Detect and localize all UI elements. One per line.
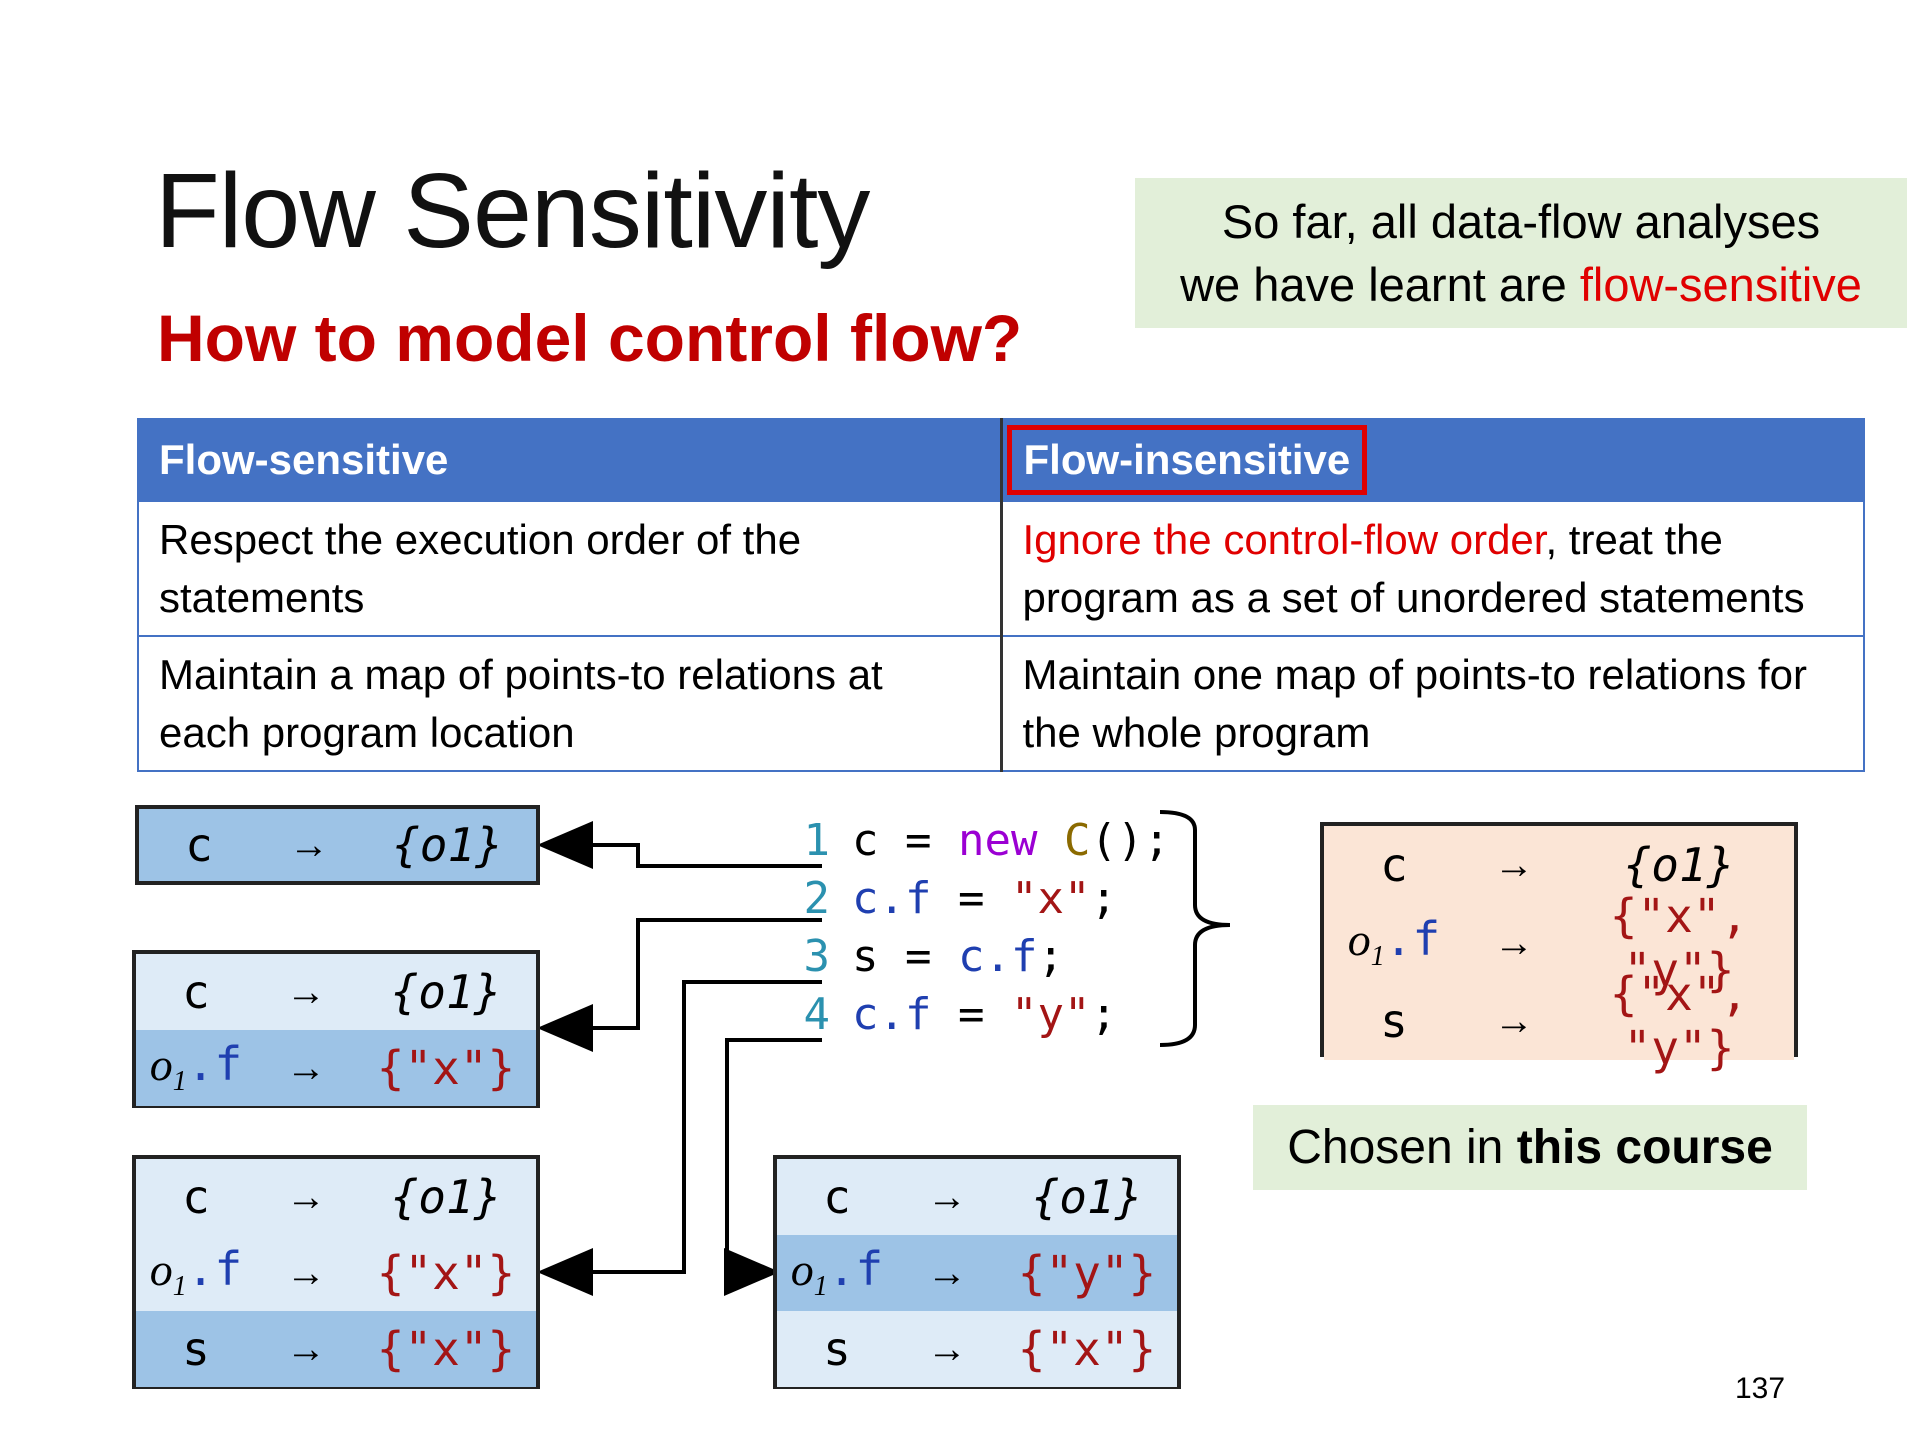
- pt-obj-sub: 1: [172, 1066, 187, 1098]
- pt-row: c → {o1}: [777, 1159, 1177, 1235]
- pt-var: s: [182, 1322, 210, 1376]
- pt-obj: o: [149, 1039, 173, 1091]
- code-var: c.f: [957, 931, 1038, 982]
- arrow-icon: →: [927, 1326, 967, 1371]
- pt-obj-sub: 1: [813, 1271, 828, 1303]
- pt-var: s: [823, 1322, 851, 1376]
- points-to-box-3: c → {o1} o1.f → {"x"} s → {"x"}: [132, 1155, 540, 1389]
- pt-row: c → {o1}: [139, 809, 536, 881]
- arrow-icon: →: [286, 1045, 326, 1090]
- pt-set: {"x"}: [376, 1246, 516, 1300]
- line-number: 2: [803, 873, 831, 924]
- code-line: 2 c.f = "x";: [790, 870, 1170, 928]
- pt-set: {"x"}: [376, 1322, 516, 1376]
- arrow-icon: →: [927, 1174, 967, 1219]
- code-var: c: [852, 815, 879, 866]
- code-var: c.f: [852, 873, 932, 924]
- code-rest: ();: [1090, 815, 1170, 866]
- code-lhs: s: [852, 931, 879, 982]
- arrow-icon: →: [927, 1250, 967, 1295]
- points-to-box-4: c → {o1} o1.f → {"y"} s → {"x"}: [773, 1155, 1181, 1389]
- code-keyword: new: [957, 815, 1038, 866]
- connector-line-1: [537, 821, 822, 869]
- pt-row: c → {o1}: [136, 954, 536, 1030]
- code-line: 1c = new C();: [790, 812, 1170, 870]
- code-eq: =: [878, 931, 958, 982]
- pt-set: {o1}: [390, 1170, 502, 1224]
- code-eq: =: [931, 873, 1011, 924]
- pt-var: c: [185, 818, 213, 872]
- pt-row: s → {"x"}: [777, 1311, 1177, 1387]
- pt-set: {"y"}: [1017, 1246, 1157, 1300]
- points-to-box-2: c → {o1} o1.f → {"x"}: [132, 950, 540, 1108]
- pt-set: {"x", "y"}: [1609, 967, 1749, 1075]
- pt-field: o1.f: [1324, 912, 1464, 973]
- code-rest: ;: [1090, 873, 1117, 924]
- pt-row: o1.f → {"x"}: [136, 1235, 536, 1311]
- arrow-icon: →: [1494, 920, 1534, 965]
- pt-row: o1.f → {"y"}: [777, 1235, 1177, 1311]
- page-number: 137: [1735, 1372, 1786, 1405]
- line-number: 1: [803, 815, 831, 866]
- code-brace: [1159, 810, 1231, 1047]
- pt-var: c: [182, 965, 210, 1019]
- code-line: 3s = c.f;: [790, 928, 1170, 986]
- pt-obj-sub: 1: [1370, 941, 1385, 973]
- arrow-icon: →: [286, 969, 326, 1014]
- chosen-prefix: Chosen in: [1287, 1121, 1517, 1174]
- pt-set: {o1}: [392, 818, 503, 872]
- pt-row: s → {"x", "y"}: [1324, 967, 1794, 1075]
- pt-var: c: [823, 1170, 851, 1224]
- chosen-bold: this course: [1516, 1121, 1773, 1174]
- code-eq: =: [931, 989, 1011, 1040]
- pt-field: o1.f: [777, 1242, 897, 1303]
- pt-obj: o: [1347, 914, 1371, 966]
- points-to-box-1: c → {o1}: [135, 805, 540, 885]
- code-eq: =: [878, 815, 958, 866]
- line-number: 3: [803, 931, 831, 982]
- pt-set: {o1}: [390, 965, 502, 1019]
- arrow-icon: →: [286, 1326, 326, 1371]
- pt-set: {o1}: [1623, 838, 1735, 892]
- chosen-box: Chosen in this course: [1253, 1105, 1807, 1190]
- pt-field-suffix: .f: [186, 1037, 243, 1092]
- code-type: C: [1063, 815, 1091, 866]
- arrow-icon: →: [289, 822, 329, 867]
- code-rest: ;: [1090, 989, 1117, 1040]
- arrow-icon: →: [286, 1250, 326, 1295]
- code-line: 4 c.f = "y";: [790, 986, 1170, 1044]
- pt-var: c: [1380, 838, 1408, 892]
- pt-row: s → {"x"}: [136, 1311, 536, 1387]
- pt-set: {"x"}: [376, 1041, 516, 1095]
- code-var: c.f: [852, 989, 932, 1040]
- line-number: 4: [803, 989, 831, 1040]
- pt-obj: o: [790, 1244, 814, 1296]
- flow-insensitive-box: c → {o1} o1.f → {"x", "y"} s → {"x", "y"…: [1320, 822, 1798, 1075]
- code-string: "y": [1010, 989, 1091, 1040]
- pt-field: o1.f: [136, 1037, 256, 1098]
- pt-obj-sub: 1: [172, 1271, 187, 1303]
- pt-field: o1.f: [136, 1242, 256, 1303]
- pt-var: c: [182, 1170, 210, 1224]
- arrow-icon: →: [286, 1174, 326, 1219]
- pt-field-suffix: .f: [827, 1242, 884, 1297]
- code-string: "x": [1010, 873, 1091, 924]
- pt-set: {o1}: [1031, 1170, 1143, 1224]
- pt-field-suffix: .f: [1384, 912, 1441, 967]
- pt-row: c → {o1}: [136, 1159, 536, 1235]
- code-block: 1c = new C(); 2 c.f = "x"; 3s = c.f; 4 c.f…: [790, 812, 1170, 1044]
- arrow-icon: →: [1494, 998, 1534, 1043]
- pt-field-suffix: .f: [186, 1242, 243, 1297]
- pt-row: o1.f → {"x"}: [136, 1030, 536, 1106]
- pt-obj: o: [149, 1244, 173, 1296]
- pt-set: {"x"}: [1017, 1322, 1157, 1376]
- arrow-icon: →: [1494, 842, 1534, 887]
- pt-var: s: [1380, 994, 1408, 1048]
- code-rest: ;: [1037, 931, 1064, 982]
